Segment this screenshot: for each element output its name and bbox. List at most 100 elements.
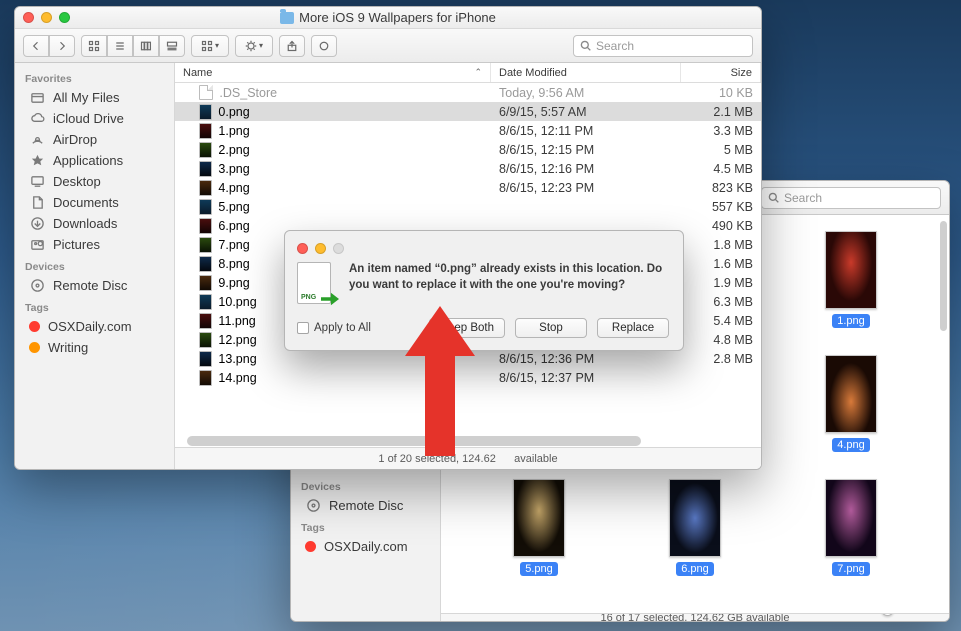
dialog-message: An item named “0.png” already exists in … (349, 262, 669, 293)
apply-to-all-checkbox[interactable]: Apply to All (297, 322, 371, 334)
file-row[interactable]: 0.png 6/9/15, 5:57 AM 2.1 MB (175, 102, 761, 121)
file-row[interactable]: 1.png 8/6/15, 12:11 PM 3.3 MB (175, 121, 761, 140)
file-name: 5.png (520, 562, 558, 576)
applications-icon (29, 154, 45, 168)
scrollbar[interactable] (187, 436, 641, 446)
window-controls[interactable] (297, 243, 669, 254)
file-name: 10.png (218, 295, 256, 309)
action-button[interactable]: ▾ (235, 35, 273, 57)
sidebar-tag-osxdaily-com[interactable]: OSXDaily.com (15, 316, 174, 337)
sidebar-item-remote-disc[interactable]: Remote Disc (15, 275, 174, 296)
file-date: 6/9/15, 5:57 AM (491, 105, 681, 119)
icon-view-button[interactable] (81, 35, 107, 57)
arrange-button[interactable]: ▾ (191, 35, 229, 57)
close-button[interactable] (297, 243, 308, 254)
file-row[interactable]: 4.png 8/6/15, 12:23 PM 823 KB (175, 178, 761, 197)
file-name: 3.png (218, 162, 249, 176)
search-input[interactable]: Search (761, 187, 941, 209)
back-button[interactable] (23, 35, 49, 57)
file-size: 1.6 MB (681, 257, 761, 271)
grid-item[interactable]: 4.png (773, 355, 929, 473)
titlebar[interactable]: More iOS 9 Wallpapers for iPhone (15, 7, 761, 29)
file-name: 14.png (218, 371, 256, 385)
image-thumbnail-icon (199, 180, 212, 196)
grid-item[interactable]: 6.png (617, 479, 773, 597)
share-button[interactable] (279, 35, 305, 57)
file-size: 6.3 MB (681, 295, 761, 309)
file-size: 1.9 MB (681, 276, 761, 290)
remote-disc-icon (29, 279, 45, 293)
file-date: 8/6/15, 12:16 PM (491, 162, 681, 176)
icon-size-slider[interactable] (845, 613, 935, 616)
file-row[interactable]: 2.png 8/6/15, 12:15 PM 5 MB (175, 140, 761, 159)
tags-button[interactable] (311, 35, 337, 57)
file-row[interactable]: 3.png 8/6/15, 12:16 PM 4.5 MB (175, 159, 761, 178)
sort-indicator-icon: ⌃ (474, 67, 482, 78)
minimize-button[interactable] (41, 12, 52, 23)
sidebar-item-documents[interactable]: Documents (15, 192, 174, 213)
sidebar-item-pictures[interactable]: Pictures (15, 234, 174, 255)
sidebar-item-desktop[interactable]: Desktop (15, 171, 174, 192)
scrollbar[interactable] (940, 221, 947, 331)
search-icon (768, 192, 779, 203)
column-header-date[interactable]: Date Modified (491, 63, 681, 82)
file-name: 8.png (218, 257, 249, 271)
image-thumbnail-icon (513, 479, 565, 557)
sidebar-item-label: Writing (48, 340, 88, 355)
file-row[interactable]: 5.png 557 KB (175, 197, 761, 216)
column-header-name[interactable]: Name⌃ (175, 63, 491, 82)
sidebar-item-label: Remote Disc (53, 278, 127, 293)
file-row[interactable]: 13.png 8/6/15, 12:36 PM 2.8 MB (175, 349, 761, 368)
view-switcher[interactable] (81, 35, 185, 57)
search-input[interactable]: Search (573, 35, 753, 57)
checkbox-icon (297, 322, 309, 334)
documents-icon (29, 196, 45, 210)
grid-item[interactable]: 7.png (773, 479, 929, 597)
file-name: 7.png (218, 238, 249, 252)
file-date: 8/6/15, 12:11 PM (491, 124, 681, 138)
coverflow-view-button[interactable] (159, 35, 185, 57)
image-thumbnail-icon (199, 256, 212, 272)
file-size: 4.5 MB (681, 162, 761, 176)
file-date: 8/6/15, 12:15 PM (491, 143, 681, 157)
sidebar-item-all-my-files[interactable]: All My Files (15, 87, 174, 108)
sidebar-tag-writing[interactable]: Writing (15, 337, 174, 358)
keep-both-button[interactable]: Keep Both (429, 318, 505, 338)
column-header-size[interactable]: Size (681, 63, 761, 82)
sidebar-tag-osxdaily[interactable]: OSXDaily.com (291, 536, 440, 557)
file-name: 9.png (218, 276, 249, 290)
file-date: 8/6/15, 12:36 PM (491, 352, 681, 366)
sidebar-heading: Favorites (15, 67, 174, 87)
replace-button[interactable]: Replace (597, 318, 669, 338)
forward-button[interactable] (49, 35, 75, 57)
sidebar-item-applications[interactable]: Applications (15, 150, 174, 171)
file-name: 13.png (218, 352, 256, 366)
window-controls[interactable] (23, 12, 70, 23)
file-row[interactable]: .DS_Store Today, 9:56 AM 10 KB (175, 83, 761, 102)
image-thumbnail-icon (669, 479, 721, 557)
folder-icon (280, 12, 294, 24)
image-thumbnail-icon (199, 218, 212, 234)
minimize-button[interactable] (315, 243, 326, 254)
sidebar-item-icloud[interactable]: iCloud Drive (15, 108, 174, 129)
sidebar-item-remote-disc[interactable]: Remote Disc (291, 495, 440, 516)
column-headers[interactable]: Name⌃ Date Modified Size (175, 63, 761, 83)
stop-button[interactable]: Stop (515, 318, 587, 338)
replace-dialog[interactable]: An item named “0.png” already exists in … (284, 230, 684, 351)
grid-item[interactable]: 1.png (773, 231, 929, 349)
sidebar-item-downloads[interactable]: Downloads (15, 213, 174, 234)
sidebar-item-airdrop[interactable]: AirDrop (15, 129, 174, 150)
sidebar-item-label: Applications (53, 153, 123, 168)
zoom-button[interactable] (59, 12, 70, 23)
list-view-button[interactable] (107, 35, 133, 57)
close-button[interactable] (23, 12, 34, 23)
grid-item[interactable]: 5.png (461, 479, 617, 597)
file-date: 8/6/15, 12:37 PM (491, 371, 681, 385)
column-view-button[interactable] (133, 35, 159, 57)
file-row[interactable]: 14.png 8/6/15, 12:37 PM (175, 368, 761, 387)
file-name: 2.png (218, 143, 249, 157)
nav-back-forward[interactable] (23, 35, 75, 57)
file-name: 5.png (218, 200, 249, 214)
sidebar-item-label: All My Files (53, 90, 119, 105)
file-replace-icon (297, 262, 337, 306)
